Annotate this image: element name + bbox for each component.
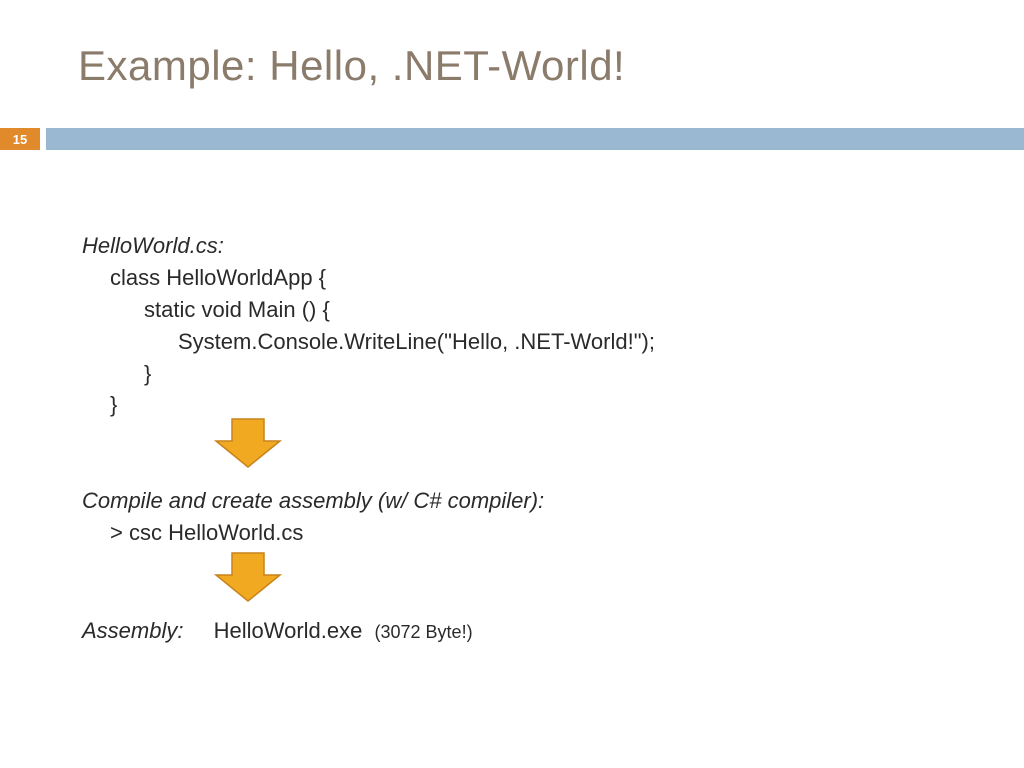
slide-title: Example: Hello, .NET-World! <box>78 42 625 90</box>
assembly-label: Assembly: <box>82 618 183 643</box>
code-line: System.Console.WriteLine("Hello, .NET-Wo… <box>82 326 655 358</box>
compile-heading: Compile and create assembly (w/ C# compi… <box>82 485 655 517</box>
arrow-container <box>82 421 655 481</box>
assembly-size: (3072 Byte!) <box>375 622 473 642</box>
page-number-badge: 15 <box>0 128 40 150</box>
divider-bar: 15 <box>0 128 1024 150</box>
slide-content: HelloWorld.cs: class HelloWorldApp { sta… <box>82 230 655 647</box>
code-line: static void Main () { <box>82 294 655 326</box>
down-arrow-icon <box>212 549 284 605</box>
arrow-container <box>82 549 655 609</box>
code-line: } <box>82 389 655 421</box>
assembly-row: Assembly: HelloWorld.exe (3072 Byte!) <box>82 615 655 647</box>
compile-command: > csc HelloWorld.cs <box>82 517 655 549</box>
code-line: } <box>82 358 655 390</box>
source-file-heading: HelloWorld.cs: <box>82 230 655 262</box>
accent-bar <box>46 128 1024 150</box>
down-arrow-icon <box>212 415 284 471</box>
assembly-file: HelloWorld.exe <box>214 618 363 643</box>
code-line: class HelloWorldApp { <box>82 262 655 294</box>
